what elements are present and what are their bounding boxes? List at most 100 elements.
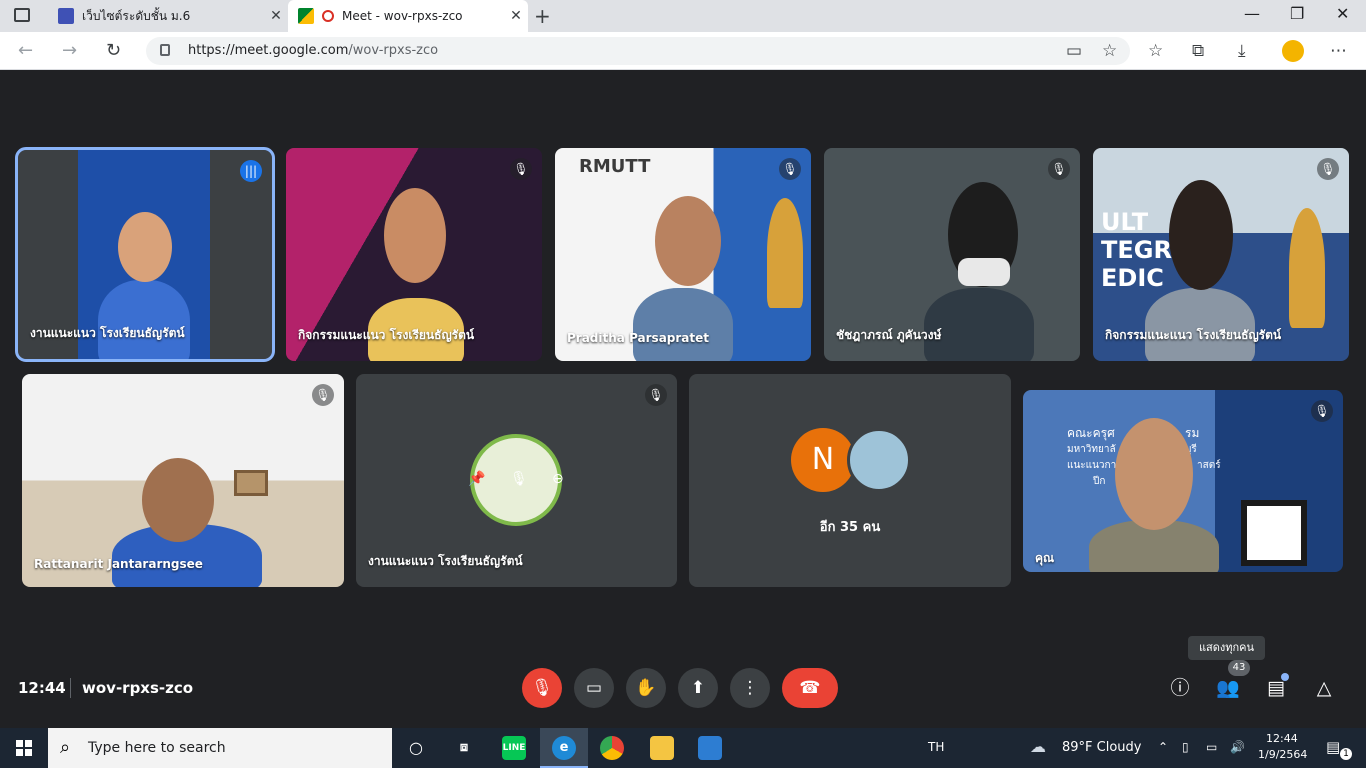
caption-text: แนะแนวการ xyxy=(1067,460,1122,471)
back-icon[interactable]: ← xyxy=(18,40,33,61)
activities-icon[interactable]: △ xyxy=(1312,676,1336,700)
clock-date[interactable]: 1/9/2564 xyxy=(1258,748,1307,761)
recording-icon xyxy=(322,10,334,22)
forward-icon[interactable]: → xyxy=(62,40,77,61)
tab-meet[interactable]: Meet - wov-rpxs-zco ✕ xyxy=(288,0,528,32)
participant-tile[interactable]: RMUTT 🎙 Praditha Parsapratet xyxy=(555,148,811,361)
people-icon[interactable]: 👥 xyxy=(1216,676,1240,700)
restore-button[interactable]: ❐ xyxy=(1290,4,1304,23)
file-explorer-icon[interactable] xyxy=(650,736,674,760)
raise-hand-button[interactable]: ✋ xyxy=(626,668,666,708)
self-view-tile[interactable]: คณะครุศ รม มหาวิทยาลั บุรี แนะแนวการ าสต… xyxy=(1023,390,1343,572)
search-icon: ⌕ xyxy=(60,737,71,758)
camera-toggle-button[interactable]: ▭ xyxy=(574,668,614,708)
tab-class-website[interactable]: เว็บไซต์ระดับชั้น ม.6 ✕ xyxy=(48,0,288,32)
mic-off-icon: 🎙 xyxy=(779,158,801,180)
participant-tile[interactable]: 🎙 ชัชฎาภรณ์ ภูคันวงษ์ xyxy=(824,148,1080,361)
caption-text: ปีก xyxy=(1093,476,1106,487)
person-head xyxy=(1169,180,1233,290)
cortana-icon[interactable]: ○ xyxy=(404,736,428,760)
meeting-details-icon[interactable]: ⓘ xyxy=(1168,676,1192,700)
chevron-up-icon[interactable]: ⌃ xyxy=(1158,740,1168,754)
divider xyxy=(70,678,71,698)
participant-avatar xyxy=(847,428,911,492)
add-favorite-icon[interactable]: ☆ xyxy=(1102,41,1117,61)
reload-icon[interactable]: ↻ xyxy=(106,40,121,61)
participant-name: คุณ xyxy=(1035,551,1055,565)
start-icon[interactable] xyxy=(16,740,32,756)
participant-count-badge: 43 xyxy=(1228,660,1250,676)
person-head xyxy=(118,212,172,282)
taskbar-search-box[interactable]: ⌕ Type here to search xyxy=(48,728,392,768)
lock-icon[interactable] xyxy=(160,44,170,56)
more-menu-icon[interactable]: ⋯ xyxy=(1330,41,1347,61)
cloud-icon: ☁ xyxy=(1030,737,1046,756)
url-field[interactable]: https://meet.google.com/wov-rpxs-zco ▭ ☆ xyxy=(146,37,1130,65)
clock-time[interactable]: 12:44 xyxy=(1266,732,1298,745)
speaking-indicator-icon: ||| xyxy=(240,160,262,182)
banner-text: TEGR xyxy=(1101,236,1172,264)
show-everyone-tooltip: แสดงทุกคน xyxy=(1188,636,1265,660)
participant-name: กิจกรรมแนะแนว โรงเรียนธัญรัตน์ xyxy=(298,328,475,342)
device-icon[interactable]: ▯ xyxy=(1182,740,1189,754)
mute-participant-icon[interactable]: 🎙 xyxy=(510,471,528,487)
line-app-icon[interactable]: LINE xyxy=(502,736,526,760)
battery-icon[interactable]: ▭ xyxy=(1206,740,1217,754)
remove-icon[interactable]: ⊖ xyxy=(552,471,564,487)
new-tab-button[interactable]: + xyxy=(534,4,551,28)
more-participants-tile[interactable]: N อีก 35 คน xyxy=(689,374,1011,587)
participant-tile[interactable]: 🎙 Rattanarit Jantararngsee xyxy=(22,374,344,587)
downloads-icon[interactable]: ⤓ xyxy=(1238,41,1246,61)
person-head xyxy=(655,196,721,286)
url-text: https://meet.google.com/wov-rpxs-zco xyxy=(188,43,439,58)
participant-tile[interactable]: 📌 🎙 ⊖ 🎙 งานแนะแนว โรงเรียนธัญรัตน์ xyxy=(356,374,677,587)
google-meet-icon xyxy=(298,8,314,24)
tab-actions-icon[interactable] xyxy=(14,8,30,22)
notification-center-icon[interactable]: ▤ xyxy=(1326,738,1340,756)
tab-title: Meet - wov-rpxs-zco xyxy=(342,9,463,23)
pin-icon[interactable]: 📌 xyxy=(468,471,485,487)
photos-icon[interactable] xyxy=(698,736,722,760)
camera-in-use-icon[interactable]: ▭ xyxy=(1066,41,1082,61)
person-body xyxy=(98,280,190,359)
leave-call-button[interactable]: ☎ xyxy=(782,668,838,708)
google-sites-icon xyxy=(58,8,74,24)
favorites-icon[interactable]: ☆ xyxy=(1148,41,1163,61)
participant-tile[interactable]: ULT TEGR EDIC 🎙 กิจกรรมแนะแนว โรงเรียนธั… xyxy=(1093,148,1349,361)
more-options-button[interactable]: ⋮ xyxy=(730,668,770,708)
close-tab-icon[interactable]: ✕ xyxy=(504,8,528,24)
person-body xyxy=(1145,288,1255,361)
chrome-icon[interactable] xyxy=(600,736,624,760)
collections-icon[interactable]: ⧉ xyxy=(1192,41,1204,61)
weather-widget[interactable]: 89°F Cloudy xyxy=(1062,740,1141,755)
close-tab-icon[interactable]: ✕ xyxy=(264,8,288,24)
monument-graphic xyxy=(1289,208,1325,328)
rmutt-logo-text: RMUTT xyxy=(579,156,651,177)
person-head xyxy=(142,458,214,542)
caption-text: คณะครุศ xyxy=(1067,426,1115,440)
participant-tile[interactable]: ||| งานแนะแนว โรงเรียนธัญรัตน์ xyxy=(15,147,275,362)
person-body xyxy=(924,288,1034,361)
search-placeholder: Type here to search xyxy=(88,740,226,756)
present-screen-button[interactable]: ⬆ xyxy=(678,668,718,708)
person-head xyxy=(1115,418,1193,530)
profile-avatar[interactable] xyxy=(1282,40,1304,62)
close-window-button[interactable]: ✕ xyxy=(1336,4,1349,23)
participant-name: Rattanarit Jantararngsee xyxy=(34,557,203,571)
mic-toggle-button[interactable]: 🎙 xyxy=(522,668,562,708)
minimize-button[interactable]: — xyxy=(1244,4,1260,23)
mic-off-icon: 🎙 xyxy=(1317,158,1339,180)
mic-off-icon: 🎙 xyxy=(1048,158,1070,180)
task-view-icon[interactable]: ⧈ xyxy=(452,736,476,760)
input-language[interactable]: TH xyxy=(928,740,944,754)
participant-name: งานแนะแนว โรงเรียนธัญรัตน์ xyxy=(368,554,523,568)
participant-tile[interactable]: 🎙 กิจกรรมแนะแนว โรงเรียนธัญรัตน์ xyxy=(286,148,542,361)
tab-title: เว็บไซต์ระดับชั้น ม.6 xyxy=(82,8,191,23)
participant-name: กิจกรรมแนะแนว โรงเรียนธัญรัตน์ xyxy=(1105,328,1282,342)
mic-off-icon: 🎙 xyxy=(645,384,667,406)
monument-graphic xyxy=(767,198,803,308)
mic-off-icon: 🎙 xyxy=(1311,400,1333,422)
edge-icon[interactable]: e xyxy=(552,736,576,760)
volume-icon[interactable]: 🔊 xyxy=(1230,740,1245,754)
windows-taskbar: ⌕ Type here to search ○ ⧈ LINE e TH ☁ 89… xyxy=(0,728,1366,768)
